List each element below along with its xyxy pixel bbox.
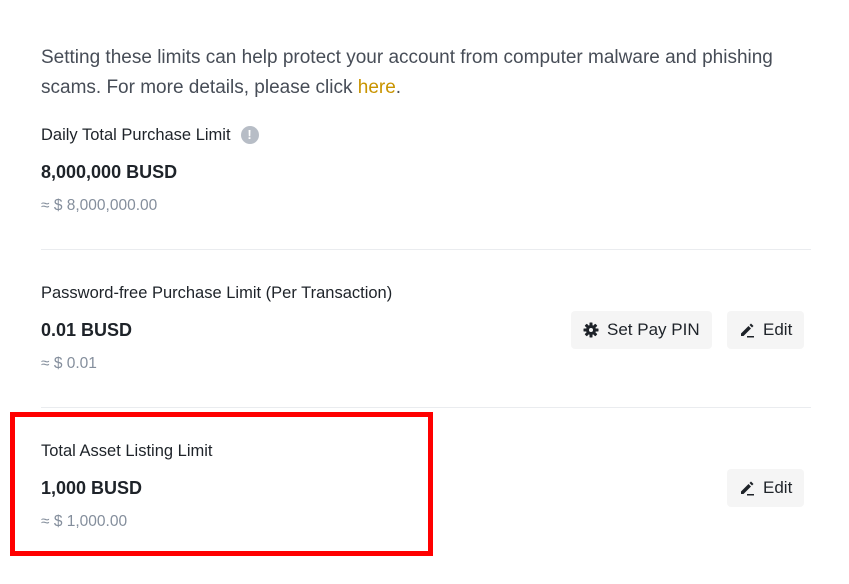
set-pay-pin-button[interactable]: Set Pay PIN: [571, 311, 712, 349]
daily-purchase-limit-label: Daily Total Purchase Limit: [41, 126, 231, 144]
edit-password-free-limit-button[interactable]: Edit: [727, 311, 805, 349]
edit-asset-listing-limit-button[interactable]: Edit: [727, 469, 805, 507]
edit-label: Edit: [763, 478, 793, 497]
intro-text: Setting these limits can help protect yo…: [41, 43, 781, 103]
daily-purchase-limit-label-row: Daily Total Purchase Limit !: [41, 124, 811, 146]
intro-description: Setting these limits can help protect yo…: [41, 47, 773, 98]
daily-purchase-limit-section: Daily Total Purchase Limit ! 8,000,000 B…: [41, 124, 811, 217]
details-link[interactable]: here: [358, 77, 396, 98]
set-pay-pin-label: Set Pay PIN: [607, 320, 700, 339]
highlight-annotation-box: [10, 412, 433, 556]
daily-purchase-limit-value: 8,000,000 BUSD: [41, 162, 178, 182]
password-free-limit-approx: ≈ $ 0.01: [41, 355, 97, 372]
exclamation-circle-icon[interactable]: !: [240, 126, 259, 144]
pencil-icon: [739, 322, 755, 338]
password-free-limit-label: Password-free Purchase Limit (Per Transa…: [41, 284, 393, 302]
gear-icon: [583, 322, 599, 338]
daily-purchase-limit-approx: ≈ $ 8,000,000.00: [41, 197, 158, 214]
pencil-icon: [739, 480, 755, 496]
divider: [41, 249, 811, 250]
divider: [41, 407, 811, 408]
edit-label: Edit: [763, 320, 793, 339]
intro-suffix: .: [395, 77, 402, 98]
